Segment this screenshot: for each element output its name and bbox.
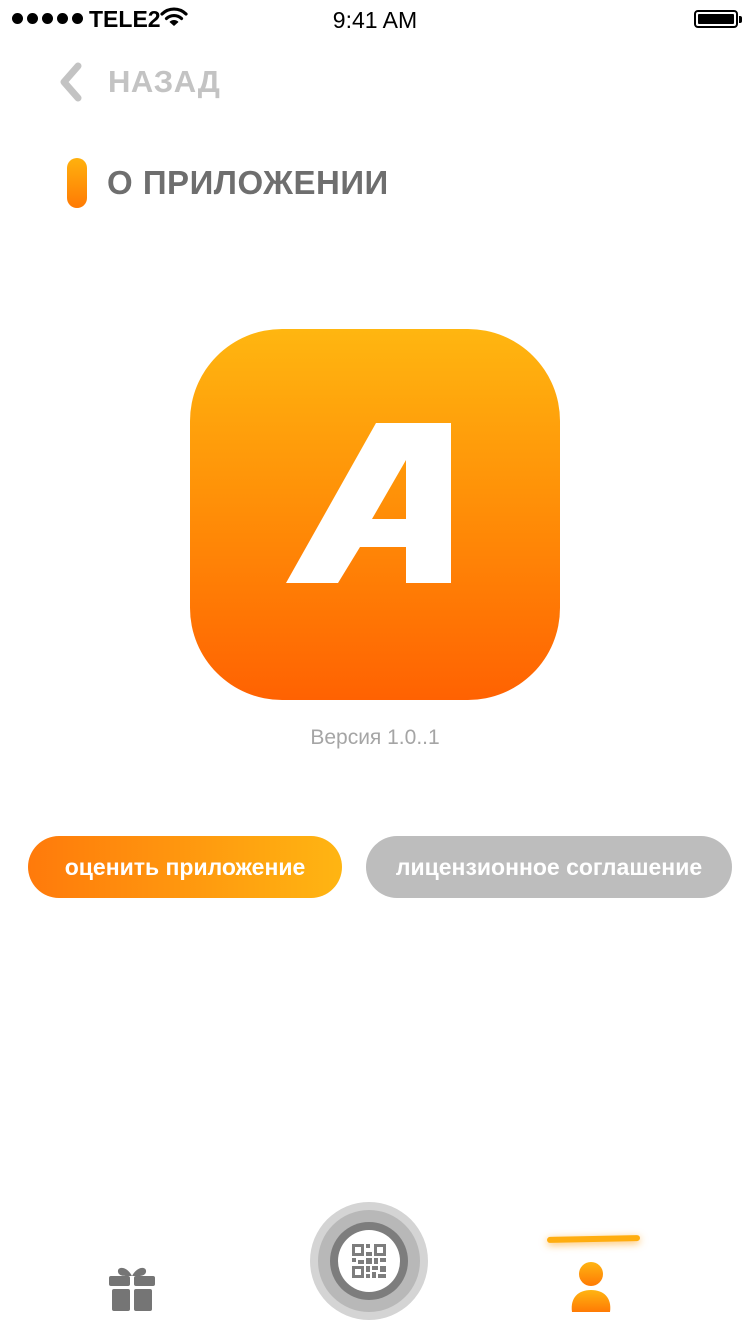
page-title: О ПРИЛОЖЕНИИ <box>107 164 389 201</box>
rate-app-button-label: оценить приложение <box>64 853 306 880</box>
title-accent-bar <box>67 158 87 208</box>
active-tab-indicator <box>546 1235 641 1243</box>
user-icon[interactable] <box>568 1260 614 1314</box>
chevron-left-icon <box>60 62 82 102</box>
battery-icon <box>694 10 742 28</box>
app-logo-letter-icon <box>286 423 451 583</box>
scan-qr-button[interactable] <box>310 1202 428 1320</box>
app-logo <box>190 329 560 700</box>
version-text: Версия 1.0..1 <box>310 726 440 749</box>
gift-icon[interactable] <box>107 1264 157 1312</box>
license-agreement-button-label: лицензионное соглашение <box>395 853 703 880</box>
back-button[interactable]: НАЗАД <box>56 58 220 106</box>
license-agreement-button[interactable]: лицензионное соглашение <box>366 836 732 898</box>
back-button-label: НАЗАД <box>108 64 221 99</box>
qr-code-icon <box>352 1244 386 1278</box>
clock: 9:41 AM <box>332 7 418 33</box>
status-bar: TELE2 9:41 AM <box>0 0 750 40</box>
rate-app-button[interactable]: оценить приложение <box>28 836 342 898</box>
